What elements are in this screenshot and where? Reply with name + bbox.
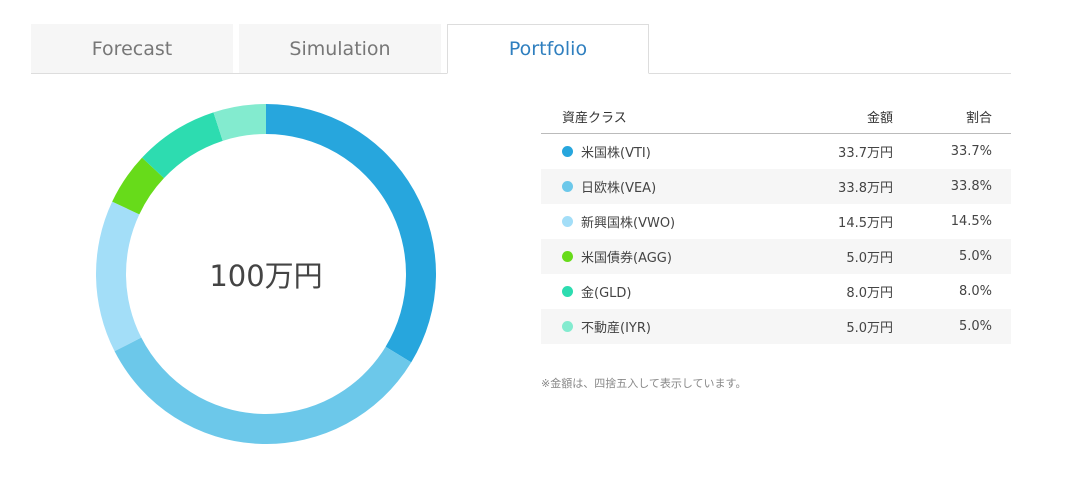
- row-amount: 33.8万円: [838, 181, 893, 196]
- row-ratio: 33.8%: [950, 179, 992, 194]
- table-row: 米国債券(AGG) 5.0万円 5.0%: [541, 239, 1011, 274]
- row-name: 米国株(VTI): [581, 146, 651, 161]
- tab-bar: Forecast Simulation Portfolio: [31, 24, 1011, 74]
- donut-chart-svg: [96, 104, 436, 444]
- tab-simulation[interactable]: Simulation: [239, 24, 441, 73]
- legend-dot-icon: [562, 146, 573, 157]
- row-name: 日欧株(VEA): [581, 181, 657, 196]
- legend-dot-icon: [562, 321, 573, 332]
- table-row: 不動産(IYR) 5.0万円 5.0%: [541, 309, 1011, 344]
- table-row: 金(GLD) 8.0万円 8.0%: [541, 274, 1011, 309]
- row-ratio: 5.0%: [958, 319, 992, 334]
- donut-slice-1: [114, 337, 412, 444]
- tab-portfolio[interactable]: Portfolio: [447, 24, 649, 74]
- legend-dot-icon: [562, 251, 573, 262]
- donut-slice-2: [96, 201, 142, 352]
- row-name: 米国債券(AGG): [581, 251, 672, 266]
- legend-dot-icon: [562, 286, 573, 297]
- donut-slice-0: [266, 104, 436, 363]
- row-amount: 14.5万円: [838, 216, 893, 231]
- table-row: 新興国株(VWO) 14.5万円 14.5%: [541, 204, 1011, 239]
- donut-slice-4: [142, 112, 223, 179]
- row-amount: 5.0万円: [846, 321, 893, 336]
- row-ratio: 5.0%: [958, 249, 992, 264]
- donut-chart: 100万円: [96, 104, 436, 444]
- header-amount: 金額: [866, 110, 893, 126]
- legend-dot-icon: [562, 181, 573, 192]
- header-ratio: 割合: [965, 110, 992, 126]
- row-name: 不動産(IYR): [581, 321, 651, 336]
- donut-slice-5: [213, 104, 266, 141]
- tab-forecast[interactable]: Forecast: [31, 24, 233, 73]
- row-name: 新興国株(VWO): [581, 216, 676, 231]
- row-ratio: 14.5%: [950, 214, 992, 229]
- row-amount: 5.0万円: [846, 251, 893, 266]
- table-header: 資産クラス 金額 割合: [541, 99, 1011, 134]
- table-row: 米国株(VTI) 33.7万円 33.7%: [541, 134, 1011, 169]
- row-amount: 8.0万円: [846, 286, 893, 301]
- rounding-note: ※金額は、四捨五入して表示しています。: [541, 377, 747, 390]
- row-ratio: 33.7%: [950, 144, 992, 159]
- row-ratio: 8.0%: [958, 284, 992, 299]
- row-name: 金(GLD): [581, 286, 632, 301]
- legend-dot-icon: [562, 216, 573, 227]
- header-asset-class: 資産クラス: [562, 110, 627, 126]
- allocation-table: 資産クラス 金額 割合 米国株(VTI) 33.7万円 33.7% 日欧株(VE…: [541, 99, 1011, 344]
- table-row: 日欧株(VEA) 33.8万円 33.8%: [541, 169, 1011, 204]
- row-amount: 33.7万円: [838, 146, 893, 161]
